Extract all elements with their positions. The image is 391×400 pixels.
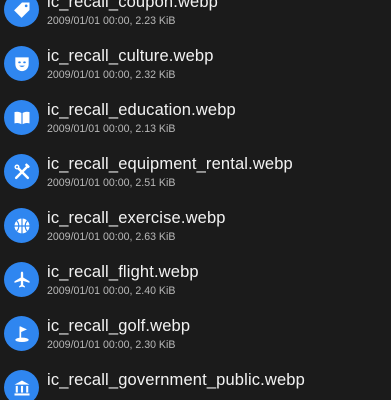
file-name: ic_recall_flight.webp bbox=[47, 263, 199, 281]
file-row[interactable]: ic_recall_flight.webp 2009/01/01 00:00, … bbox=[0, 252, 391, 306]
government-building-icon bbox=[4, 370, 39, 400]
tools-icon bbox=[4, 154, 39, 189]
file-name: ic_recall_equipment_rental.webp bbox=[47, 155, 293, 173]
file-meta: 2009/01/01 00:00, 2.23 KiB bbox=[47, 15, 176, 27]
file-meta: 2009/01/01 00:00, 2.13 KiB bbox=[47, 123, 176, 135]
file-row[interactable]: ic_recall_exercise.webp 2009/01/01 00:00… bbox=[0, 198, 391, 252]
file-list: ic_recall_coupon.webp 2009/01/01 00:00, … bbox=[0, 0, 391, 400]
file-meta: 2009/01/01 00:00, 2.51 KiB bbox=[47, 177, 176, 189]
file-meta: 2009/01/01 00:00, 2.40 KiB bbox=[47, 285, 176, 297]
file-name: ic_recall_education.webp bbox=[47, 101, 236, 119]
file-row[interactable]: ic_recall_culture.webp 2009/01/01 00:00,… bbox=[0, 36, 391, 90]
file-row[interactable]: ic_recall_government_public.webp bbox=[0, 360, 391, 400]
file-meta: 2009/01/01 00:00, 2.32 KiB bbox=[47, 69, 176, 81]
file-name: ic_recall_exercise.webp bbox=[47, 209, 226, 227]
file-name: ic_recall_coupon.webp bbox=[47, 0, 219, 11]
airplane-icon bbox=[4, 262, 39, 297]
file-name: ic_recall_government_public.webp bbox=[47, 371, 305, 389]
file-name: ic_recall_culture.webp bbox=[47, 47, 214, 65]
file-row[interactable]: ic_recall_education.webp 2009/01/01 00:0… bbox=[0, 90, 391, 144]
file-meta: 2009/01/01 00:00, 2.63 KiB bbox=[47, 231, 176, 243]
file-name: ic_recall_golf.webp bbox=[47, 317, 191, 335]
golf-flag-icon bbox=[4, 316, 39, 351]
coupon-tag-icon bbox=[4, 0, 39, 27]
file-row[interactable]: ic_recall_coupon.webp 2009/01/01 00:00, … bbox=[0, 0, 391, 36]
file-row[interactable]: ic_recall_golf.webp 2009/01/01 00:00, 2.… bbox=[0, 306, 391, 360]
basketball-icon bbox=[4, 208, 39, 243]
open-book-icon bbox=[4, 100, 39, 135]
file-meta: 2009/01/01 00:00, 2.30 KiB bbox=[47, 339, 176, 351]
file-row[interactable]: ic_recall_equipment_rental.webp 2009/01/… bbox=[0, 144, 391, 198]
theater-mask-icon bbox=[4, 46, 39, 81]
